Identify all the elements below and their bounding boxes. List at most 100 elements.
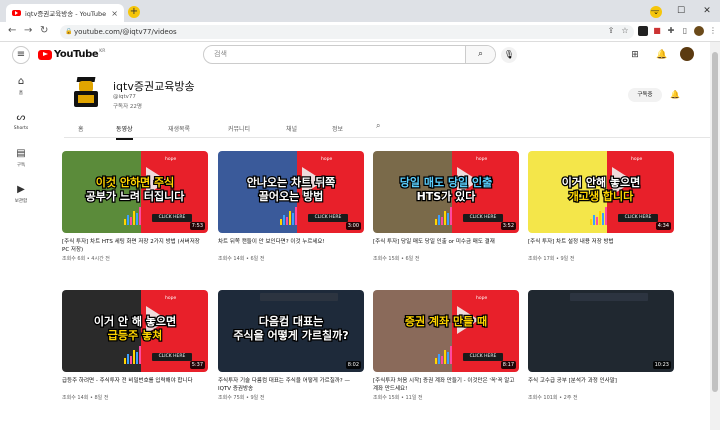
thumbnail-headline-1: 이것 안하면 주식 [95, 175, 176, 190]
browser-tab-title: iqtv증권교육방송 - YouTube [25, 10, 107, 18]
thumbnail-candle-bars [280, 205, 300, 225]
video-metadata: 조회수 14회 • 8일 전 [62, 395, 109, 401]
thumbnail-headline-1: 이거 안해 놓으면 [561, 175, 642, 190]
tab-community[interactable]: 커뮤니티 [228, 124, 250, 133]
thumbnail-click-here-badge: CLICK HERE [463, 214, 503, 222]
tab-channels[interactable]: 채널 [286, 124, 297, 133]
search-input[interactable]: 검색 [204, 46, 465, 63]
thumbnail-brand-text: hope [476, 157, 488, 162]
subscribed-button[interactable]: 구독중 [628, 88, 662, 102]
lock-icon[interactable]: 🔒 [65, 25, 72, 39]
video-card[interactable]: hope 이거 안 해 놓으면 급등주 놓쳐 CLICK HERE 5:37 급등주 하려… [62, 290, 208, 401]
video-card[interactable]: hope 안나오는 차트 뒤쪽 끌어오는 방법 CLICK HERE 3:00 차트 뒤쪽… [218, 151, 364, 262]
thumbnail-headline-2: 공부가 느려 터집니다 [84, 189, 185, 204]
video-metadata: 조회수 15회 • 6일 전 [373, 256, 420, 262]
mini-sidebar: ⌂ 홈 ᔕ Shorts ▤ 구독 ▶ 보관함 [0, 72, 42, 216]
thumbnail-candle-bars [124, 344, 144, 364]
video-card[interactable]: 다음컴 대표는 주식을 어떻게 가르칠까? 8:02 주식투자 기술 다름컴 대표는 … [218, 290, 364, 401]
new-tab-button[interactable]: + [128, 6, 140, 18]
search-box[interactable]: 검색 ⌕ [203, 45, 496, 64]
tab-close-icon[interactable]: × [111, 9, 118, 18]
search-icon[interactable]: ⌕ [465, 46, 495, 63]
video-duration-badge: 10:23 [652, 361, 671, 369]
thumbnail-click-here-badge: CLICK HERE [618, 214, 658, 222]
thumbnail-headline-2: 주식을 어떻게 가르칠까? [232, 328, 350, 343]
sidebar-item-shorts[interactable]: ᔕ Shorts [0, 108, 42, 144]
tab-videos[interactable]: 동영상 [116, 124, 133, 140]
tab-about[interactable]: 정보 [332, 124, 343, 133]
video-metadata: 조회수 101회 • 2주 전 [528, 395, 578, 401]
create-video-icon[interactable]: ⊞ [628, 48, 642, 62]
video-thumbnail[interactable]: hope 당일 매도 당일 인출 HTS가 있다 CLICK HERE 3:52 [373, 151, 519, 233]
video-title[interactable]: 주식 고수급 공부 [분석가 과정 인사말] [528, 377, 674, 393]
thumbnail-headline-1: 다음컴 대표는 [257, 314, 324, 329]
video-thumbnail[interactable]: 10:23 [528, 290, 674, 372]
reload-icon[interactable]: ↻ [40, 25, 48, 36]
thumbnail-click-here-badge: CLICK HERE [463, 353, 503, 361]
share-icon[interactable]: ⇪ [606, 26, 616, 36]
address-text: youtube.com/@iqtv77/videos [74, 28, 177, 36]
extension-red-icon[interactable]: ■ [652, 26, 662, 36]
tab-home[interactable]: 홈 [78, 124, 84, 133]
bookmark-star-icon[interactable]: ☆ [620, 26, 630, 36]
tab-playlists[interactable]: 재생목록 [168, 124, 190, 133]
notifications-bell-icon[interactable]: 🔔 [655, 48, 669, 62]
video-card[interactable]: hope 이거 안해 놓으면 개고생 합니다 CLICK HERE 4:34 [주식 투자… [528, 151, 674, 262]
channel-name: iqtv증권교육방송 [113, 80, 195, 93]
channel-avatar[interactable] [68, 74, 104, 110]
thumbnail-brand-text: hope [476, 296, 488, 301]
thumbnail-click-here-badge: CLICK HERE [308, 214, 348, 222]
video-title[interactable]: [주식 투자] 차트 설정 내용 저장 방법 [528, 238, 674, 254]
video-card[interactable]: hope 이것 안하면 주식 공부가 느려 터집니다 CLICK HERE 7:53 [주… [62, 151, 208, 262]
sidepanel-icon[interactable]: ▯ [680, 26, 690, 36]
video-thumbnail[interactable]: hope 이거 안 해 놓으면 급등주 놓쳐 CLICK HERE 5:37 [62, 290, 208, 372]
back-icon[interactable]: ← [8, 25, 16, 36]
page-scrollbar[interactable] [710, 42, 720, 430]
extensions-puzzle-icon[interactable]: ✚ [666, 26, 676, 36]
video-card[interactable]: 10:23 주식 고수급 공부 [분석가 과정 인사말] 조회수 101회 • 2주… [528, 290, 674, 401]
video-card[interactable]: hope 증권 계좌 만들 때 CLICK HERE 8:17 [주식투자 처음 시작]… [373, 290, 519, 401]
video-metadata: 조회수 14회 • 6일 전 [218, 256, 265, 262]
forward-icon[interactable]: → [24, 25, 32, 36]
menu-kebab-icon[interactable]: ⋮ [708, 26, 718, 36]
thumbnail-headline-2: 급등주 놓쳐 [107, 328, 164, 343]
video-thumbnail[interactable]: hope 증권 계좌 만들 때 CLICK HERE 8:17 [373, 290, 519, 372]
account-avatar[interactable] [680, 47, 694, 61]
video-metadata: 조회수 75회 • 9일 전 [218, 395, 265, 401]
channel-search-icon[interactable]: ⌕ [376, 121, 380, 131]
thumbnail-image [528, 290, 674, 372]
video-thumbnail[interactable]: hope 안나오는 차트 뒤쪽 끌어오는 방법 CLICK HERE 3:00 [218, 151, 364, 233]
menu-hamburger-icon[interactable]: ≡ [12, 46, 30, 64]
close-window-button[interactable]: ✕ [694, 6, 720, 16]
profile-icon[interactable] [694, 26, 704, 36]
sidebar-item-subscriptions[interactable]: ▤ 구독 [0, 144, 42, 180]
video-title[interactable]: [주식투자 처음 시작] 증권 계좌 만들기 - 이것만은 '꼭'꼭 알고 계좌… [373, 377, 519, 393]
browser-tab[interactable]: iqtv증권교육방송 - YouTube × [6, 4, 124, 22]
thumbnail-headline-2: 끌어오는 방법 [257, 189, 324, 204]
sidebar-item-home[interactable]: ⌂ 홈 [0, 72, 42, 108]
window-controls: — ☐ ✕ [642, 0, 720, 22]
video-title[interactable]: 주식투자 기술 다름컴 대표는 주식을 어떻게 가르칠까? — IQTV 증권방… [218, 377, 364, 393]
thumbnail-headline-2: HTS가 있다 [415, 189, 476, 204]
microphone-icon[interactable]: 🎙 [501, 47, 517, 63]
extension-icon[interactable] [638, 26, 648, 36]
video-thumbnail[interactable]: 다음컴 대표는 주식을 어떻게 가르칠까? 8:02 [218, 290, 364, 372]
sidebar-item-library[interactable]: ▶ 보관함 [0, 180, 42, 216]
video-title[interactable]: [주식 투자] 차트 HTS 세팅 화면 저장 2가지 방법 (서버저장 PC … [62, 238, 208, 254]
video-thumbnail[interactable]: hope 이것 안하면 주식 공부가 느려 터집니다 CLICK HERE 7:53 [62, 151, 208, 233]
channel-bell-icon[interactable]: 🔔 [668, 88, 682, 102]
minimize-button[interactable]: — [642, 6, 668, 16]
video-thumbnail[interactable]: hope 이거 안해 놓으면 개고생 합니다 CLICK HERE 4:34 [528, 151, 674, 233]
maximize-button[interactable]: ☐ [668, 6, 694, 16]
shorts-icon: ᔕ [16, 112, 26, 123]
thumbnail-banner [570, 293, 648, 301]
youtube-logo[interactable]: YouTube KR [38, 49, 105, 60]
video-card[interactable]: hope 당일 매도 당일 인출 HTS가 있다 CLICK HERE 3:52 [주식 … [373, 151, 519, 262]
video-title[interactable]: 차트 뒤쪽 캔들이 안 보인다면? 이것 누르세요! [218, 238, 364, 254]
address-bar[interactable]: 🔒 youtube.com/@iqtv77/videos [60, 25, 634, 39]
video-title[interactable]: 급등주 하려면 - 주식투자 전 비밀번호를 입력해야 합니다 [62, 377, 208, 393]
thumbnail-headline-1: 증권 계좌 만들 때 [404, 314, 489, 329]
video-title[interactable]: [주식 투자] 당일 매도 당일 인출 or 미수금 매도 결재 [373, 238, 519, 254]
thumbnail-headline-1: 안나오는 차트 뒤쪽 [245, 175, 336, 190]
channel-tabs: 홈 동영상 재생목록 커뮤니티 채널 정보 ⌕ [64, 118, 714, 140]
